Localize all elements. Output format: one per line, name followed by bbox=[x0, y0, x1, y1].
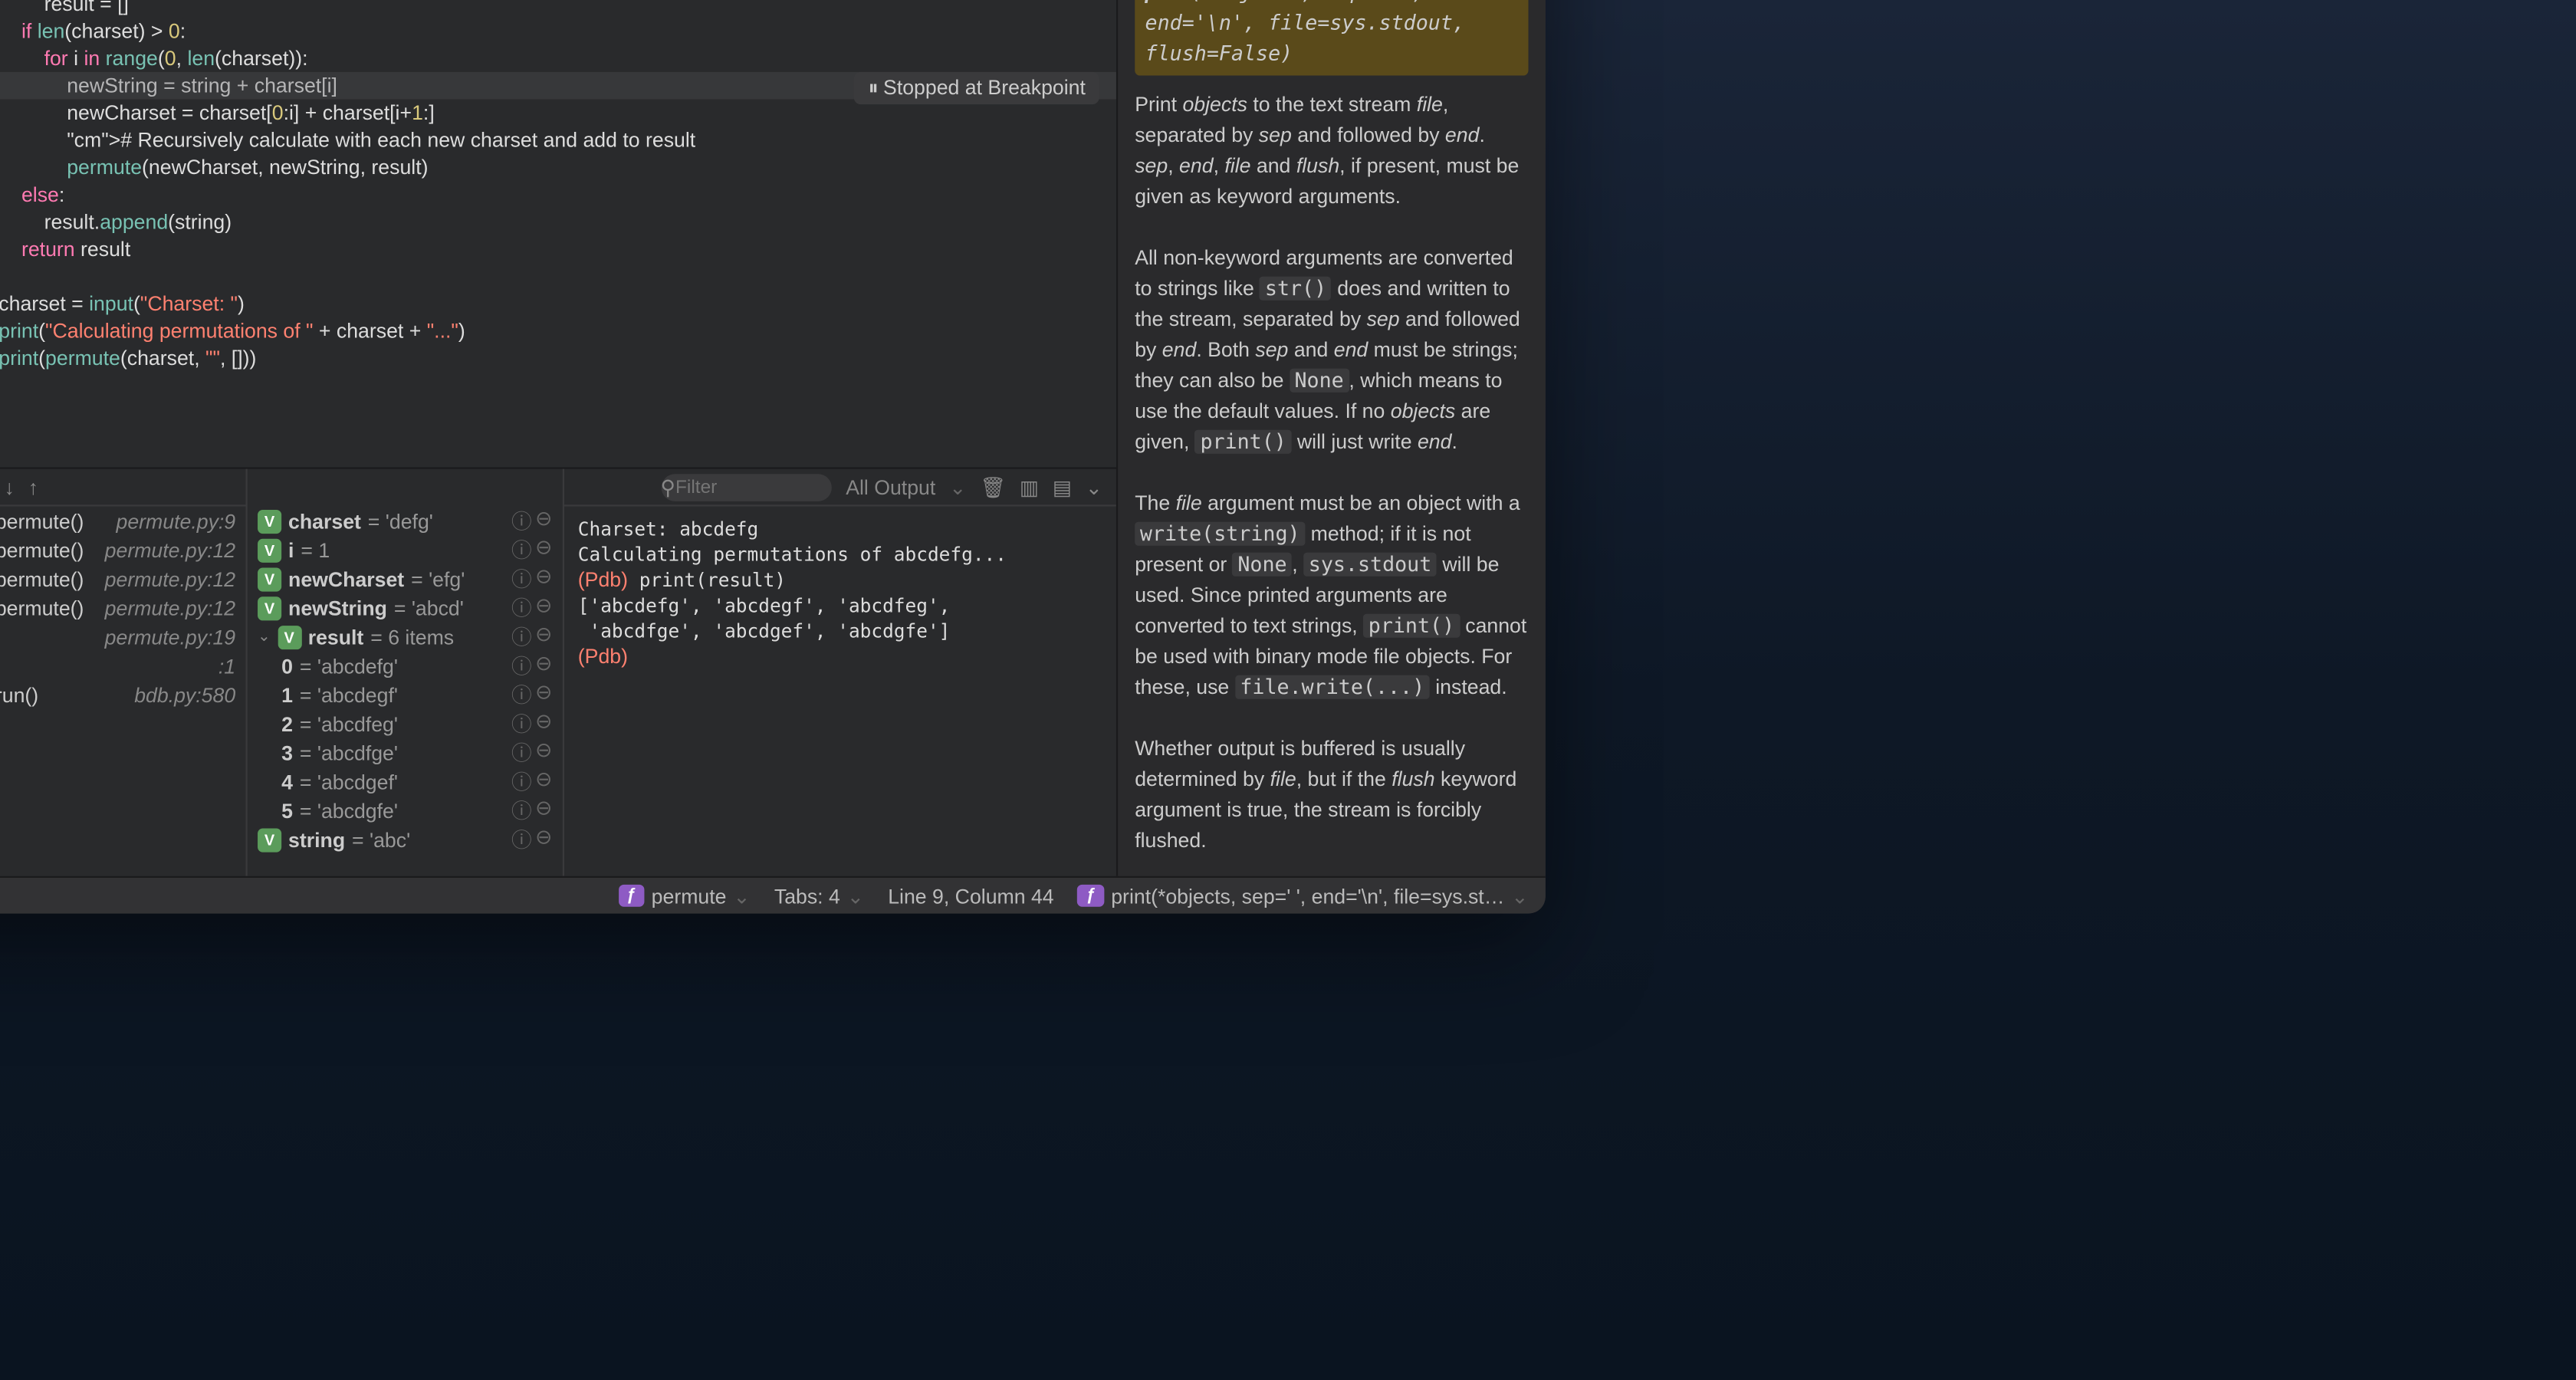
variable-row[interactable]: ⌄Vresult = 6 itemsⓘ⊖ bbox=[248, 623, 563, 652]
output-mode-select[interactable]: All Output bbox=[846, 475, 935, 498]
variable-row[interactable]: 2 = 'abcdfeg'ⓘ⊖ bbox=[248, 709, 563, 738]
variable-row[interactable]: Vi = 1ⓘ⊖ bbox=[248, 535, 563, 564]
info-icon: ⓘ bbox=[511, 564, 532, 593]
cursor-position: Line 9, Column 44 bbox=[888, 884, 1053, 908]
doc-content: print(print(*objects, sep=' ', end='\n',… bbox=[1118, 0, 1546, 876]
variable-row[interactable]: VnewString = 'abcd'ⓘ⊖ bbox=[248, 593, 563, 623]
stack-frame[interactable]: ƒ4permute.py:19 bbox=[0, 623, 245, 652]
info-icon: ⓘ bbox=[511, 507, 532, 536]
stack-frame[interactable]: ƒ5:1 bbox=[0, 651, 245, 680]
remove-icon: ⊖ bbox=[535, 593, 552, 623]
info-icon: ⓘ bbox=[511, 738, 532, 767]
app-window: 📄 permute.py Python⌃⌄ Language Run Stop … bbox=[0, 0, 1546, 914]
debugger-panel: ▷ ↷ ↓ ↑ ƒ0permute()permute.py:9ƒ1permute… bbox=[0, 467, 1116, 876]
stack-frame[interactable]: ƒ1permute()permute.py:12 bbox=[0, 535, 245, 564]
variable-row[interactable]: 4 = 'abcdgef'ⓘ⊖ bbox=[248, 767, 563, 796]
variable-row[interactable]: Vstring = 'abc'ⓘ⊖ bbox=[248, 825, 563, 854]
debug-filter-input[interactable] bbox=[662, 473, 832, 501]
variables-view: Vcharset = 'defg'ⓘ⊖Vi = 1ⓘ⊖VnewCharset =… bbox=[248, 507, 563, 876]
info-icon: ⓘ bbox=[511, 796, 532, 825]
stack-frame[interactable]: ƒ6run()bdb.py:580 bbox=[0, 680, 245, 709]
info-icon: ⓘ bbox=[511, 709, 532, 738]
info-icon: ⓘ bbox=[511, 767, 532, 796]
remove-icon: ⊖ bbox=[535, 709, 552, 738]
info-icon: ⓘ bbox=[511, 825, 532, 854]
status-bar: ⏸Paused CPU 0% Memory 10.3M ƒpermute⌄ Ta… bbox=[0, 876, 1546, 914]
info-icon: ⓘ bbox=[511, 651, 532, 680]
remove-icon: ⊖ bbox=[535, 623, 552, 652]
doc-signature: print(print(*objects, sep=' ', end='\n',… bbox=[1135, 0, 1528, 75]
variable-row[interactable]: 1 = 'abcdegf'ⓘ⊖ bbox=[248, 680, 563, 709]
variable-row[interactable]: 0 = 'abcdefg'ⓘ⊖ bbox=[248, 651, 563, 680]
pause-icon: ⏸ bbox=[869, 75, 879, 99]
variable-row[interactable]: Vcharset = 'defg'ⓘ⊖ bbox=[248, 507, 563, 536]
function-badge: ƒ bbox=[618, 885, 645, 907]
remove-icon: ⊖ bbox=[535, 680, 552, 709]
info-icon: ⓘ bbox=[511, 593, 532, 623]
tabs-setting[interactable]: Tabs: 4 bbox=[774, 884, 840, 908]
remove-icon: ⊖ bbox=[535, 738, 552, 767]
stack-frame[interactable]: ƒ3permute()permute.py:12 bbox=[0, 593, 245, 623]
symbol-selector[interactable]: permute bbox=[652, 884, 727, 908]
code-area[interactable]: "cm">#!/usr/bin/env python3 def permute(… bbox=[0, 0, 1116, 467]
variable-row[interactable]: 3 = 'abcdfge'ⓘ⊖ bbox=[248, 738, 563, 767]
search-icon: ⚲ bbox=[660, 475, 675, 498]
variable-row[interactable]: 5 = 'abcdgfe'ⓘ⊖ bbox=[248, 796, 563, 825]
code-editor[interactable]: 12345678910111213141516171819 "cm">#!/us… bbox=[0, 0, 1116, 467]
info-icon: ⓘ bbox=[511, 623, 532, 652]
function-badge: ƒ bbox=[1078, 885, 1105, 907]
remove-icon: ⊖ bbox=[535, 767, 552, 796]
breakpoint-badge: ⏸ Stopped at Breakpoint bbox=[855, 72, 1099, 104]
trash-icon[interactable]: 🗑 bbox=[980, 475, 1006, 498]
variable-row[interactable]: VnewCharset = 'efg'ⓘ⊖ bbox=[248, 564, 563, 593]
step-out-icon[interactable]: ↑ bbox=[28, 475, 38, 498]
debug-console[interactable]: Charset: abcdefg Calculating permutation… bbox=[564, 507, 1116, 876]
doc-sig-status[interactable]: print(*objects, sep=' ', end='\n', file=… bbox=[1111, 884, 1504, 908]
callstack: ƒ0permute()permute.py:9ƒ1permute()permut… bbox=[0, 507, 245, 876]
stack-frame[interactable]: ƒ2permute()permute.py:12 bbox=[0, 564, 245, 593]
remove-icon: ⊖ bbox=[535, 651, 552, 680]
remove-icon: ⊖ bbox=[535, 825, 552, 854]
layout-icon[interactable]: ▤ bbox=[1053, 475, 1072, 498]
chevron-down-icon[interactable]: ⌄ bbox=[1086, 475, 1102, 498]
info-icon: ⓘ bbox=[511, 535, 532, 564]
documentation-panel: ⚲ ⓧ ‹ › 👁 ⊖ PythonGoogleStack Overflow F… bbox=[1116, 0, 1546, 876]
split-icon[interactable]: ▥ bbox=[1020, 475, 1039, 498]
stack-frame[interactable]: ƒ0permute()permute.py:9 bbox=[0, 507, 245, 536]
remove-icon: ⊖ bbox=[535, 535, 552, 564]
step-in-icon[interactable]: ↓ bbox=[5, 475, 15, 498]
remove-icon: ⊖ bbox=[535, 796, 552, 825]
info-icon: ⓘ bbox=[511, 680, 532, 709]
remove-icon: ⊖ bbox=[535, 564, 552, 593]
remove-icon: ⊖ bbox=[535, 507, 552, 536]
